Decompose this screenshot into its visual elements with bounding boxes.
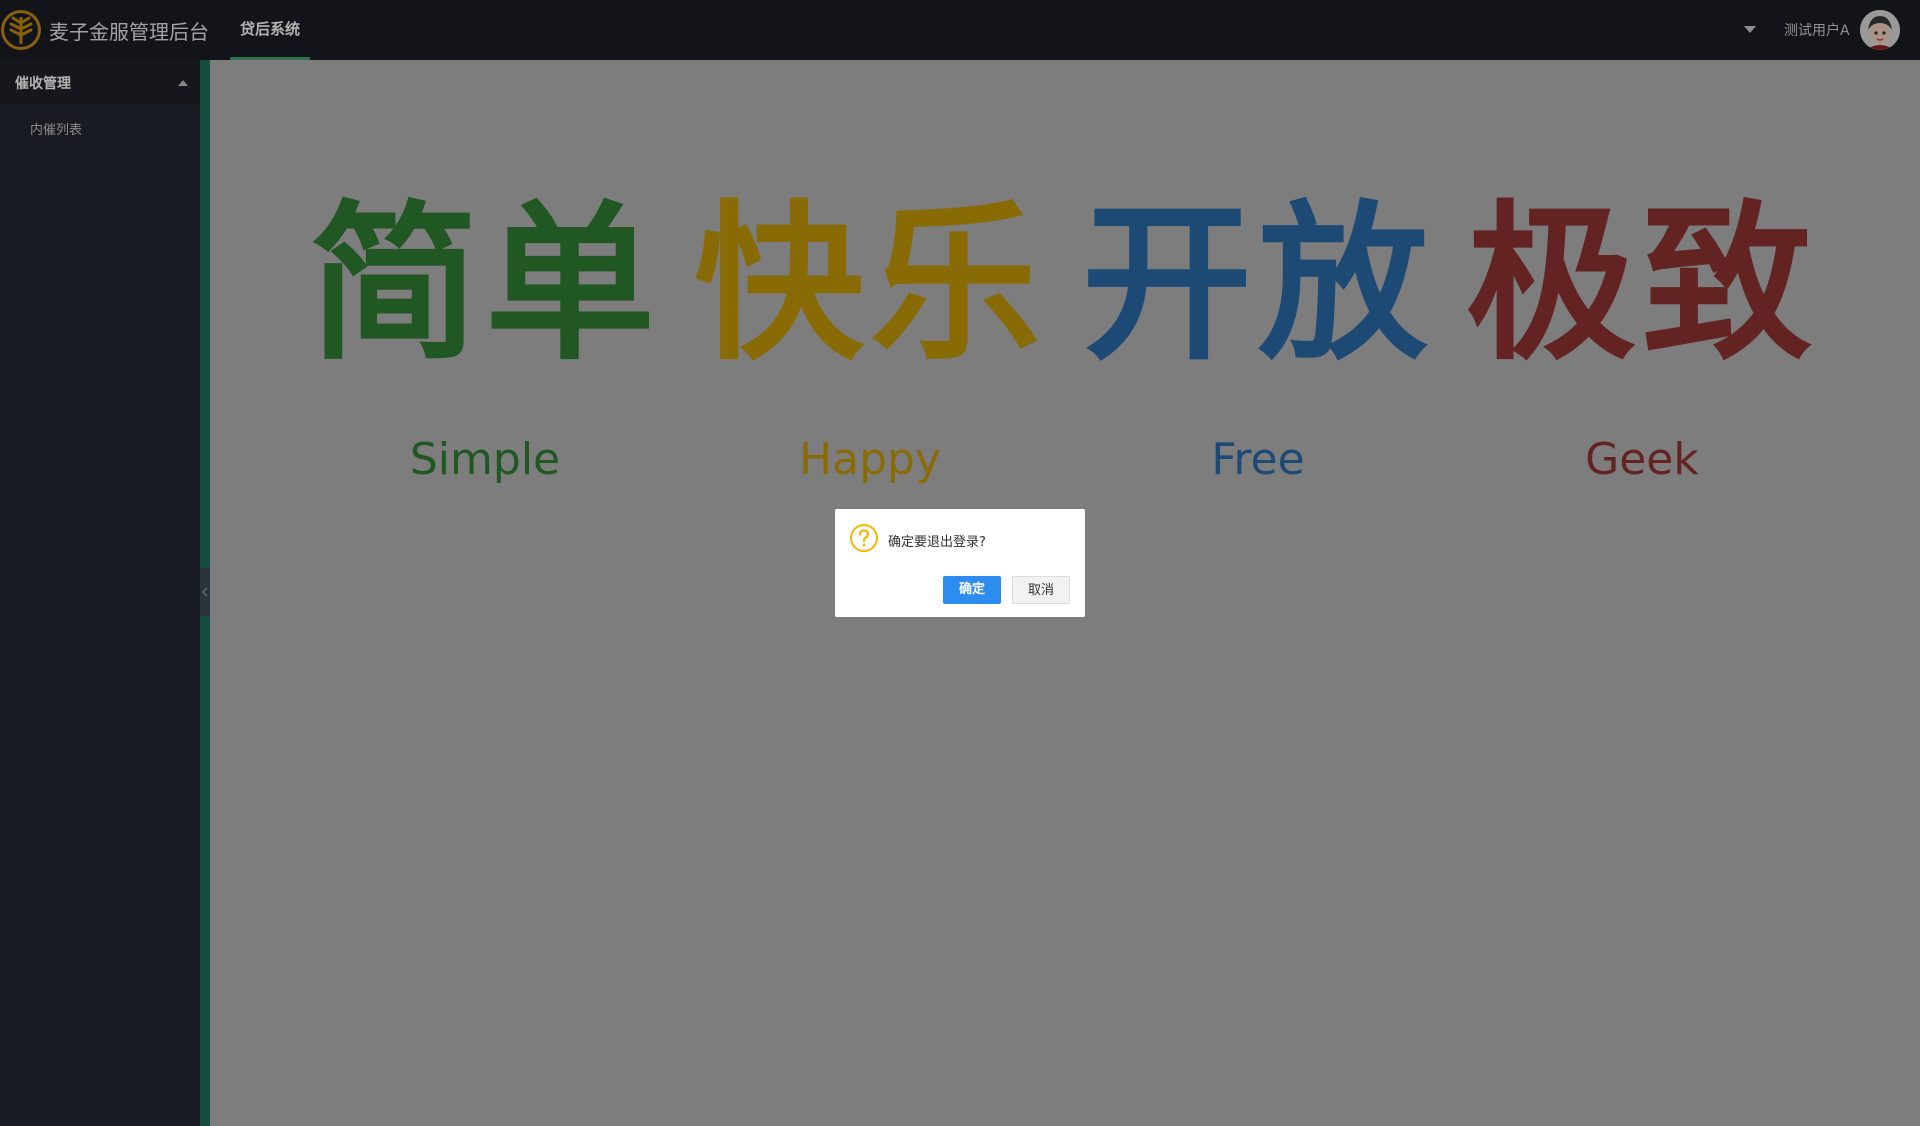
- confirm-button[interactable]: 确定: [943, 576, 1001, 604]
- dialog-message: 确定要退出登录?: [888, 535, 986, 550]
- cancel-button[interactable]: 取消: [1012, 576, 1070, 604]
- logout-confirm-dialog: 确定要退出登录? 确定 取消: [835, 509, 1085, 617]
- question-icon: [850, 524, 878, 552]
